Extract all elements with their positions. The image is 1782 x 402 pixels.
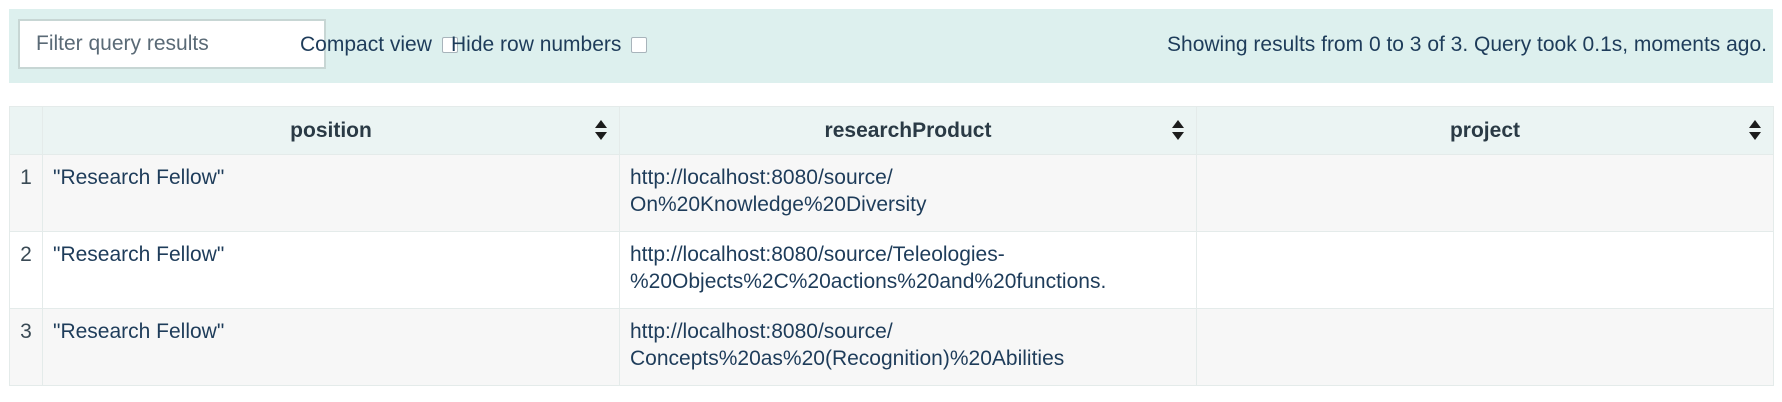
- hide-row-numbers-option[interactable]: Hide row numbers: [451, 33, 648, 57]
- research-product-link[interactable]: http://localhost:8080/source/ Concepts%2…: [630, 318, 1186, 372]
- research-product-link[interactable]: http://localhost:8080/source/Teleologies…: [630, 241, 1186, 295]
- column-header-label: researchProduct: [824, 118, 992, 142]
- link-line-2: On%20Knowledge%20Diversity: [630, 193, 927, 216]
- compact-view-label: Compact view: [300, 33, 432, 56]
- cell-position: "Research Fellow": [42, 231, 620, 309]
- cell-project: [1196, 231, 1774, 309]
- row-number: 2: [9, 231, 43, 309]
- cell-project: [1196, 308, 1774, 386]
- results-toolbar: Compact view Hide row numbers Showing re…: [9, 9, 1773, 83]
- row-number: 3: [9, 308, 43, 386]
- table-header-row: position researchProduct project: [9, 106, 1774, 155]
- link-line-1: http://localhost:8080/source/: [630, 166, 893, 189]
- column-header-position[interactable]: position: [42, 106, 620, 155]
- research-product-link[interactable]: http://localhost:8080/source/ On%20Knowl…: [630, 164, 1186, 218]
- query-status-text: Showing results from 0 to 3 of 3. Query …: [1167, 33, 1767, 56]
- column-header-project[interactable]: project: [1196, 106, 1774, 155]
- column-header-researchproduct[interactable]: researchProduct: [619, 106, 1197, 155]
- filter-results-input[interactable]: [18, 19, 326, 69]
- row-number-header: [9, 106, 43, 155]
- hide-row-numbers-checkbox[interactable]: [631, 37, 648, 53]
- cell-research-product: http://localhost:8080/source/Teleologies…: [619, 231, 1197, 309]
- compact-view-option[interactable]: Compact view: [300, 33, 458, 57]
- table-row: 2 "Research Fellow" http://localhost:808…: [9, 231, 1774, 309]
- table-row: 1 "Research Fellow" http://localhost:808…: [9, 154, 1774, 232]
- table-row: 3 "Research Fellow" http://localhost:808…: [9, 308, 1774, 386]
- link-line-2: %20Objects%2C%20actions%20and%20function…: [630, 270, 1107, 293]
- cell-position: "Research Fellow": [42, 154, 620, 232]
- link-line-1: http://localhost:8080/source/Teleologies…: [630, 243, 1005, 266]
- row-number: 1: [9, 154, 43, 232]
- sort-icon[interactable]: [1172, 120, 1184, 140]
- cell-position: "Research Fellow": [42, 308, 620, 386]
- cell-research-product: http://localhost:8080/source/ Concepts%2…: [619, 308, 1197, 386]
- cell-project: [1196, 154, 1774, 232]
- column-header-label: project: [1449, 118, 1520, 142]
- sort-icon[interactable]: [595, 120, 607, 140]
- link-line-2: Concepts%20as%20(Recognition)%20Abilitie…: [630, 347, 1065, 370]
- results-table: position researchProduct project 1 "Rese…: [9, 106, 1774, 386]
- column-header-label: position: [290, 118, 372, 142]
- link-line-1: http://localhost:8080/source/: [630, 320, 893, 343]
- hide-row-numbers-label: Hide row numbers: [451, 33, 622, 56]
- cell-research-product: http://localhost:8080/source/ On%20Knowl…: [619, 154, 1197, 232]
- sort-icon[interactable]: [1749, 120, 1761, 140]
